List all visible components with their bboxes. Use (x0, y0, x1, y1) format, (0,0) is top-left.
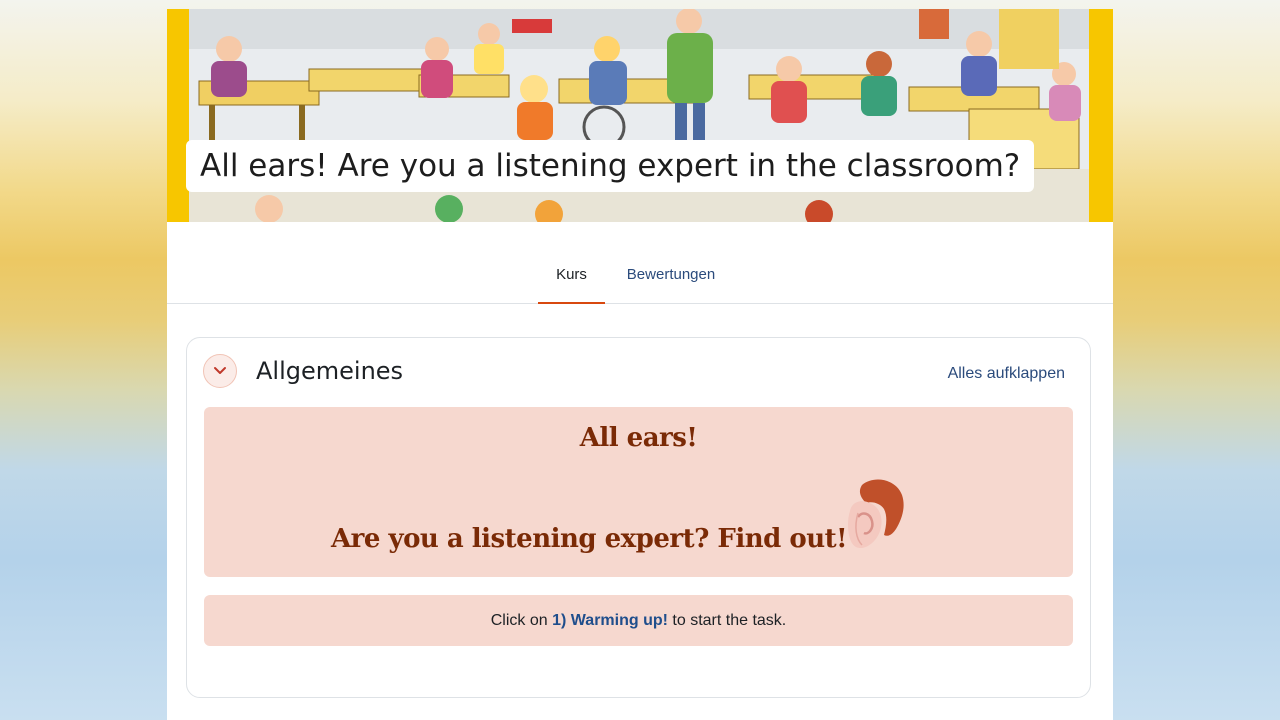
course-banner: All ears! Are you a listening expert in … (167, 9, 1113, 222)
warming-up-link[interactable]: 1) Warming up! (552, 612, 668, 629)
intro-box: All ears! Are you a listening expert? Fi… (204, 407, 1073, 577)
intro-heading: All ears! (579, 423, 698, 453)
instruction-box: Click on 1) Warming up! to start the tas… (204, 595, 1073, 646)
section-allgemeines: Allgemeines Alles aufklappen All ears! A… (186, 337, 1091, 698)
instruction-prefix: Click on (490, 612, 548, 629)
section-title: Allgemeines (256, 357, 404, 385)
ear-image (848, 479, 904, 549)
chevron-down-icon (214, 367, 226, 374)
course-title: All ears! Are you a listening expert in … (186, 140, 1035, 192)
tab-kurs[interactable]: Kurs (538, 222, 605, 304)
course-tabs: Kurs Bewertungen (167, 222, 1113, 304)
collapse-section-button[interactable] (203, 354, 237, 388)
course-page: All ears! Are you a listening expert in … (167, 9, 1113, 720)
tab-bewertungen[interactable]: Bewertungen (615, 222, 727, 303)
expand-all-link[interactable]: Alles aufklappen (948, 365, 1065, 383)
intro-subheading: Are you a listening expert? Find out! (331, 524, 848, 554)
instruction-suffix: to start the task. (672, 612, 787, 629)
